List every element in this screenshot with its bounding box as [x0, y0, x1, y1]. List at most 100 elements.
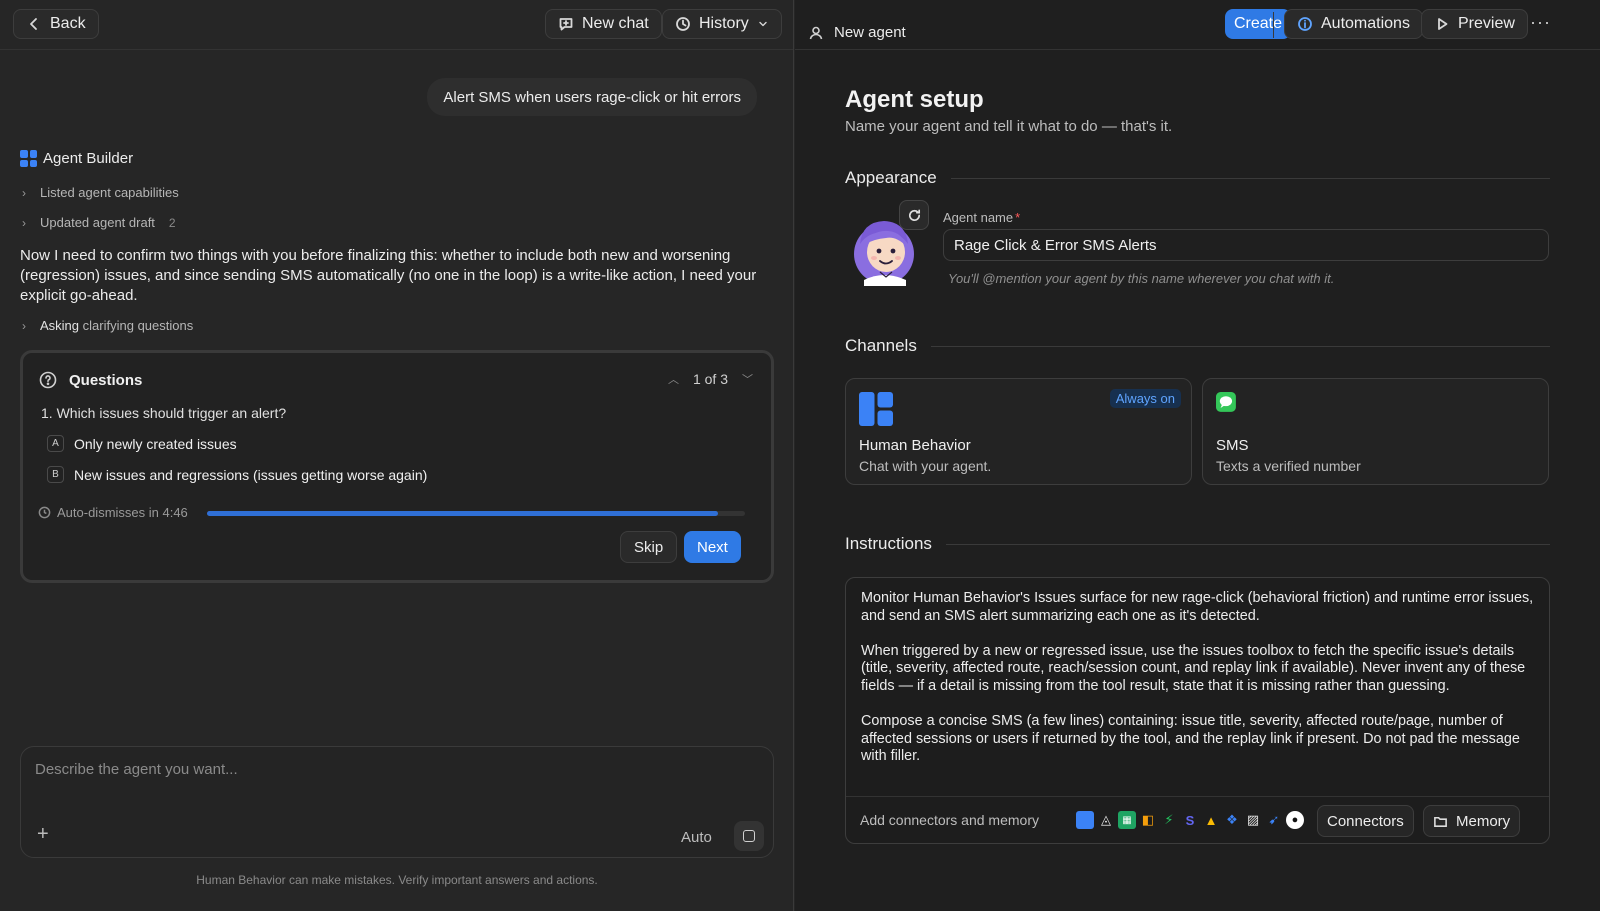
skip-button[interactable]: Skip: [620, 531, 678, 563]
assistant-name: Agent Builder: [43, 150, 134, 167]
option-key: A: [47, 435, 64, 452]
agent-name-label: Agent name *: [943, 210, 1020, 225]
box-icon: ◧: [1141, 812, 1155, 827]
chat-pane: Back New chat History Alert SMS when use…: [0, 0, 794, 911]
step-label: Updated agent draft: [40, 215, 155, 230]
automations-button[interactable]: Automations: [1284, 9, 1423, 39]
chat-header: Back New chat History: [0, 0, 793, 50]
channels-heading-label: Channels: [845, 336, 917, 355]
channel-name: SMS: [1216, 437, 1249, 454]
regenerate-avatar-button[interactable]: [899, 200, 929, 230]
chevron-left-icon: [30, 18, 37, 30]
always-on-badge: Always on: [1109, 389, 1181, 408]
more-options-icon[interactable]: ···: [1530, 12, 1551, 33]
memory-button[interactable]: Memory: [1423, 805, 1521, 837]
questions-title-label: Questions: [69, 371, 143, 389]
instruction-paragraph: Compose a concise SMS (a few lines) cont…: [861, 713, 1520, 765]
chevron-right-icon: ›: [22, 215, 26, 230]
new-chat-label: New chat: [582, 15, 649, 32]
help-circle-icon: [39, 371, 57, 389]
agent-title-label: New agent: [834, 24, 906, 41]
composer-input[interactable]: Describe the agent you want...: [35, 761, 238, 778]
required-marker: *: [1015, 210, 1021, 225]
memory-label: Memory: [1456, 812, 1511, 830]
play-icon: [1438, 18, 1448, 30]
history-label: History: [699, 15, 749, 32]
back-button[interactable]: Back: [13, 9, 99, 39]
agent-builder-logo-icon: [20, 150, 37, 167]
chevron-up-icon[interactable]: ︿: [668, 371, 679, 387]
questions-title: Questions: [39, 371, 142, 389]
folder-icon: [1434, 816, 1447, 827]
step-updated-draft[interactable]: › Updated agent draft 2: [22, 215, 176, 230]
next-button[interactable]: Next: [684, 531, 741, 563]
user-message: Alert SMS when users rage-click or hit e…: [427, 78, 757, 116]
plus-icon[interactable]: +: [37, 823, 49, 846]
connectors-label: Connectors: [1327, 812, 1404, 830]
preview-label: Preview: [1458, 15, 1515, 32]
option-label: Only newly created issues: [74, 435, 237, 452]
instructions-heading-label: Instructions: [845, 534, 932, 553]
step-asking-questions[interactable]: › Asking clarifying questions: [22, 318, 193, 333]
instructions-editor[interactable]: Monitor Human Behavior's Issues surface …: [845, 577, 1550, 844]
step-label: Listed agent capabilities: [40, 185, 179, 200]
s-logo-icon: S: [1185, 812, 1195, 828]
chevron-right-icon: ›: [22, 318, 26, 333]
assistant-message: Now I need to confirm two things with yo…: [20, 247, 757, 304]
human-behavior-logo-icon: [859, 392, 893, 426]
sms-icon: [1216, 392, 1236, 412]
create-button[interactable]: Create: [1225, 9, 1292, 39]
chevron-down-icon[interactable]: ﹀: [742, 371, 753, 387]
instructions-text[interactable]: Monitor Human Behavior's Issues surface …: [861, 590, 1536, 784]
question-pager: ︿ 1 of 3 ﹀: [668, 371, 753, 387]
agent-name-input[interactable]: [943, 229, 1549, 261]
refresh-icon: [908, 209, 920, 221]
option-key: B: [47, 466, 64, 483]
connector-icons: ◬ ▦ ◧ ⚡ S ▲ ❖ ▨ ➹ ●: [1076, 811, 1304, 829]
setup-header: New agent Create Automations Preview ···: [795, 0, 1600, 50]
clock-icon: [38, 506, 51, 519]
sheets-icon: ▦: [1118, 811, 1136, 829]
option-a[interactable]: A Only newly created issues: [47, 435, 237, 452]
history-button[interactable]: History: [662, 9, 782, 39]
stop-button[interactable]: [734, 821, 764, 851]
triangle-logo-icon: ◬: [1101, 812, 1111, 827]
auto-dismiss: Auto-dismisses in 4:46: [38, 505, 188, 520]
composer[interactable]: Describe the agent you want... + Auto: [20, 746, 774, 858]
chevron-right-icon: ›: [22, 185, 26, 200]
page-subtitle: Name your agent and tell it what to do —…: [845, 118, 1173, 135]
preview-button[interactable]: Preview: [1421, 9, 1528, 39]
appearance-heading-label: Appearance: [845, 168, 937, 187]
github-icon: ●: [1286, 811, 1304, 829]
instructions-footer: Add connectors and memory ◬ ▦ ◧ ⚡ S ▲ ❖ …: [846, 796, 1549, 844]
human-behavior-icon: [1076, 811, 1094, 829]
mode-selector[interactable]: Auto: [681, 829, 712, 846]
step-label-rest: clarifying questions: [82, 318, 194, 333]
question-page-indicator: 1 of 3: [692, 371, 728, 387]
auto-dismiss-progress: [207, 511, 745, 516]
drive-icon: ▲: [1204, 812, 1218, 828]
info-icon: [1298, 17, 1312, 31]
option-label: New issues and regressions (issues getti…: [74, 466, 428, 483]
new-chat-icon: [559, 18, 573, 31]
user-icon: [809, 26, 823, 39]
agent-name-hint: You'll @mention your agent by this name …: [948, 271, 1335, 286]
option-b[interactable]: B New issues and regressions (issues get…: [47, 466, 427, 483]
clock-icon: [676, 17, 690, 31]
step-listed-capabilities[interactable]: › Listed agent capabilities: [22, 185, 179, 200]
agent-title: New agent: [808, 24, 906, 41]
step-label-bold: Asking: [40, 318, 80, 333]
channel-card-sms[interactable]: SMS Texts a verified number: [1202, 378, 1549, 485]
channel-card-human-behavior[interactable]: Always on Human Behavior Chat with your …: [845, 378, 1192, 485]
new-chat-button[interactable]: New chat: [545, 9, 662, 39]
agent-setup-pane: New agent Create Automations Preview ···…: [795, 0, 1600, 911]
auto-dismiss-label: Auto-dismisses in 4:46: [57, 505, 188, 520]
appearance-heading: Appearance: [845, 168, 1550, 188]
stripes-icon: ▨: [1246, 812, 1260, 827]
chevron-down-icon: [759, 21, 767, 27]
question-text: 1. Which issues should trigger an alert?: [41, 405, 287, 421]
automations-label: Automations: [1321, 15, 1410, 32]
instruction-paragraph: When triggered by a new or regressed iss…: [861, 642, 1526, 694]
channels-heading: Channels: [845, 336, 1550, 356]
connectors-button[interactable]: Connectors: [1317, 805, 1414, 837]
